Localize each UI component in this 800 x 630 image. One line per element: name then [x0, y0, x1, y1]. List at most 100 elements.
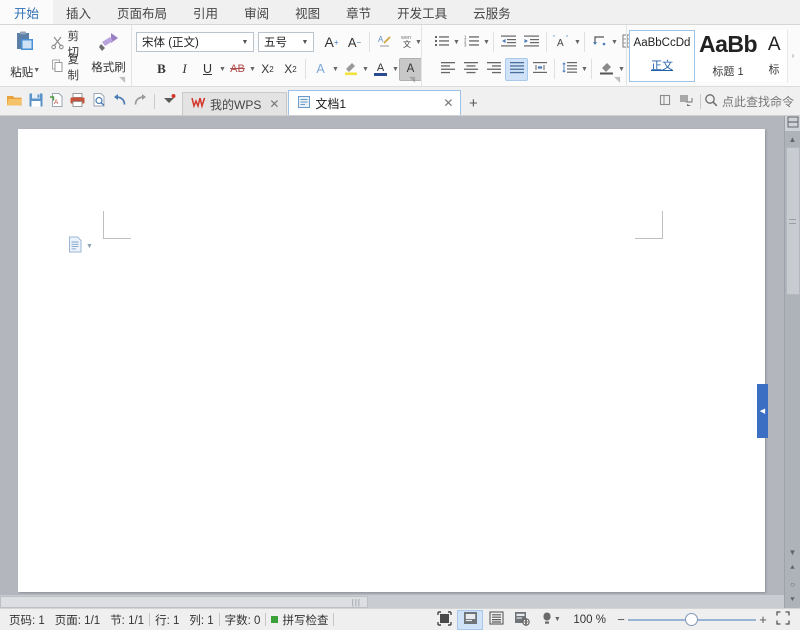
- open-button[interactable]: [4, 91, 25, 112]
- chevron-down-icon[interactable]: ▼: [554, 608, 561, 630]
- select-browse-object-button[interactable]: ○: [785, 576, 800, 592]
- find-command-box[interactable]: 点此查找命令: [704, 93, 794, 110]
- underline-button[interactable]: U: [196, 58, 219, 81]
- numbering-button[interactable]: 1 2 3: [460, 31, 483, 54]
- copy-button[interactable]: 复制: [47, 55, 90, 78]
- task-pane-collapse-button[interactable]: ◀: [757, 384, 768, 438]
- vertical-scroll-track[interactable]: [785, 147, 800, 544]
- previous-page-button[interactable]: ⯅: [785, 560, 800, 576]
- asian-layout-button[interactable]: A * *: [550, 31, 574, 54]
- chevron-down-icon[interactable]: ▼: [483, 31, 490, 54]
- ribbon-tab-review[interactable]: 审阅: [231, 0, 282, 24]
- status-section[interactable]: 节: 1/1: [105, 612, 149, 628]
- zoom-in-button[interactable]: +: [756, 612, 770, 627]
- font-name-combobox[interactable]: 宋体 (正文) ▼: [136, 32, 254, 52]
- ribbon-tab-start[interactable]: 开始: [0, 0, 53, 24]
- bold-button[interactable]: B: [150, 58, 173, 81]
- align-left-button[interactable]: [436, 58, 459, 81]
- ribbon-tab-references[interactable]: 引用: [180, 0, 231, 24]
- redo-button[interactable]: [130, 91, 151, 112]
- text-effects-button[interactable]: A: [309, 58, 332, 81]
- grow-font-button[interactable]: A+: [320, 31, 343, 54]
- vertical-scrollbar[interactable]: ▲ ▼ ⯅ ○ ⯆: [784, 116, 800, 608]
- increase-indent-button[interactable]: [520, 31, 543, 54]
- align-center-button[interactable]: [459, 58, 482, 81]
- paste-button[interactable]: 粘贴 ▼: [4, 28, 47, 82]
- chevron-down-icon[interactable]: ▼: [453, 31, 460, 54]
- doc-tab-document1[interactable]: 文档1 ✕: [288, 90, 461, 115]
- new-tab-button[interactable]: +: [462, 92, 484, 115]
- chevron-down-icon[interactable]: ▼: [392, 58, 399, 81]
- style-normal[interactable]: AaBbCcDd 正文: [629, 30, 695, 82]
- chevron-down-icon[interactable]: ▼: [249, 58, 256, 81]
- view-night-mode-button[interactable]: ▼: [535, 610, 565, 630]
- print-button[interactable]: [67, 91, 88, 112]
- horizontal-scroll-thumb[interactable]: |||: [0, 596, 368, 608]
- align-right-button[interactable]: [482, 58, 505, 81]
- scroll-down-button[interactable]: ▼: [785, 544, 800, 560]
- chevron-down-icon[interactable]: ▼: [332, 58, 339, 81]
- ribbon-tab-developer[interactable]: 开发工具: [384, 0, 460, 24]
- undo-button[interactable]: [109, 91, 130, 112]
- doc-tab-my-wps[interactable]: 我的WPS ✕: [182, 92, 287, 115]
- save-button[interactable]: [25, 91, 46, 112]
- ribbon-tab-cloud[interactable]: 云服务: [460, 0, 524, 24]
- vertical-scroll-thumb[interactable]: [786, 147, 800, 295]
- status-spell-check[interactable]: 拼写检查: [266, 612, 333, 628]
- customize-qat-button[interactable]: [158, 91, 179, 112]
- chevron-down-icon[interactable]: ▼: [299, 39, 311, 46]
- style-heading-1[interactable]: AaBb 标题 1: [695, 30, 761, 82]
- clear-formatting-button[interactable]: A: [373, 31, 396, 54]
- zoom-out-button[interactable]: −: [614, 612, 628, 627]
- font-size-combobox[interactable]: 五号 ▼: [258, 32, 314, 52]
- next-page-button[interactable]: ⯆: [785, 592, 800, 608]
- scroll-up-button[interactable]: ▲: [785, 131, 800, 147]
- font-color-button[interactable]: A: [369, 58, 392, 81]
- close-icon[interactable]: ✕: [442, 96, 454, 110]
- superscript-button[interactable]: X2: [256, 58, 279, 81]
- chevron-down-icon[interactable]: ▼: [362, 58, 369, 81]
- ribbon-tab-page-layout[interactable]: 页面布局: [104, 0, 180, 24]
- highlight-button[interactable]: [339, 58, 362, 81]
- ribbon-tab-view[interactable]: 视图: [282, 0, 333, 24]
- split-window-button[interactable]: [785, 116, 800, 131]
- share-button[interactable]: [676, 91, 697, 112]
- clipboard-dialog-launcher[interactable]: ◥: [119, 75, 128, 84]
- print-preview-button[interactable]: [88, 91, 109, 112]
- zoom-slider-handle[interactable]: [685, 613, 698, 626]
- view-web-layout-button[interactable]: [509, 610, 535, 630]
- status-column[interactable]: 列: 1: [184, 612, 218, 628]
- export-pdf-button[interactable]: A: [46, 91, 67, 112]
- chevron-down-icon[interactable]: ▼: [574, 31, 581, 54]
- ribbon-tab-insert[interactable]: 插入: [53, 0, 104, 24]
- style-heading-2[interactable]: A 标: [761, 30, 787, 82]
- bullets-button[interactable]: [430, 31, 453, 54]
- status-page-count[interactable]: 页面: 1/1: [50, 612, 105, 628]
- format-painter-button[interactable]: 格式刷: [90, 28, 127, 75]
- styles-more-button[interactable]: ›: [787, 30, 798, 82]
- horizontal-scrollbar[interactable]: |||: [0, 594, 784, 608]
- document-page[interactable]: ▼: [18, 129, 765, 592]
- view-page-layout-button[interactable]: [457, 610, 483, 630]
- paragraph-spacing-button[interactable]: [558, 58, 581, 81]
- shrink-font-button[interactable]: A−: [343, 31, 366, 54]
- status-page-number[interactable]: 页码: 1: [4, 612, 50, 628]
- zoom-slider[interactable]: [628, 613, 756, 627]
- italic-button[interactable]: I: [173, 58, 196, 81]
- chevron-down-icon[interactable]: ▼: [33, 59, 40, 82]
- chevron-down-icon[interactable]: ▼: [86, 243, 93, 250]
- chevron-down-icon[interactable]: ▼: [219, 58, 226, 81]
- subscript-button[interactable]: X2: [279, 58, 302, 81]
- distribute-text-button[interactable]: [528, 58, 551, 81]
- ribbon-tab-chapter[interactable]: 章节: [333, 0, 384, 24]
- line-break-button[interactable]: [588, 31, 611, 54]
- align-justify-button[interactable]: [505, 58, 528, 81]
- chevron-down-icon[interactable]: ▼: [581, 58, 588, 81]
- strikethrough-button[interactable]: AB: [226, 58, 249, 81]
- decrease-indent-button[interactable]: [497, 31, 520, 54]
- fit-page-button[interactable]: [770, 610, 796, 630]
- view-outline-button[interactable]: [483, 610, 509, 630]
- status-line[interactable]: 行: 1: [150, 612, 184, 628]
- restore-window-button[interactable]: [655, 91, 676, 112]
- paragraph-dialog-launcher[interactable]: ◥: [614, 75, 623, 84]
